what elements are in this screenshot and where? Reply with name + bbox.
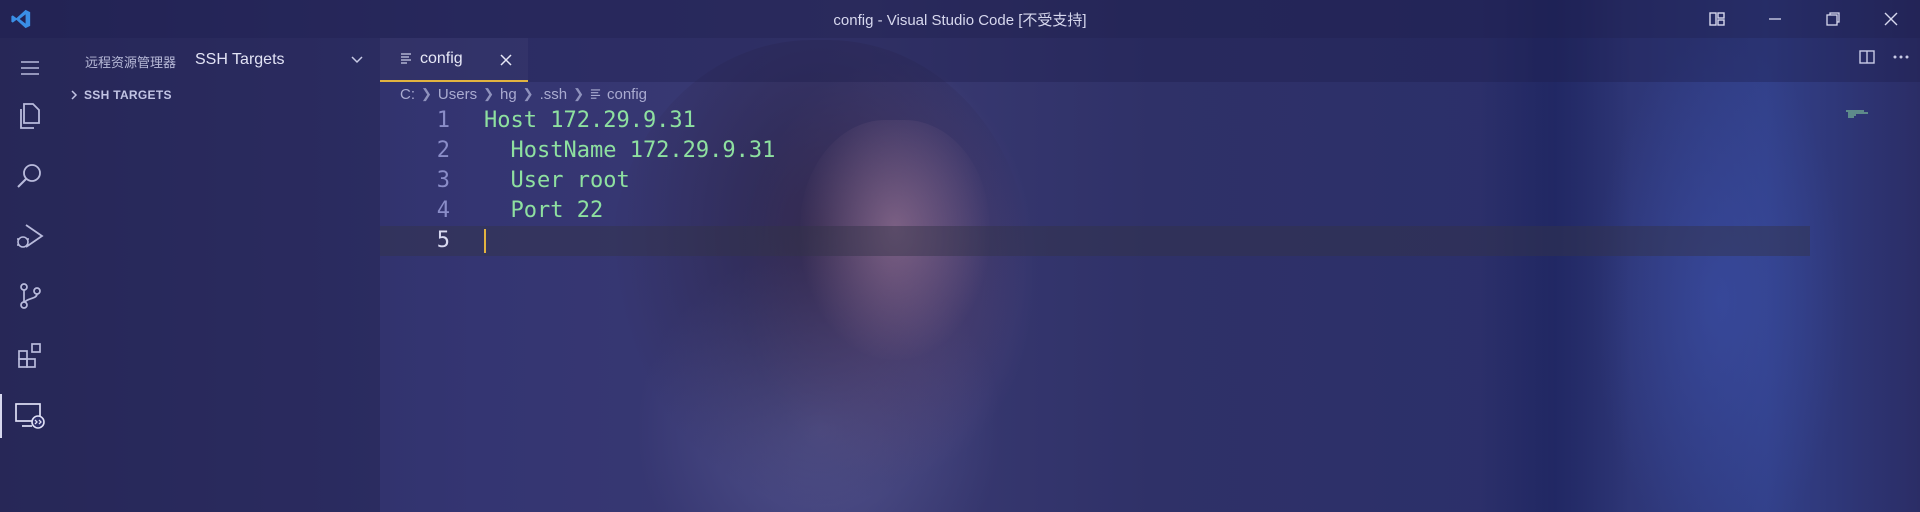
title-bar: config - Visual Studio Code [不受支持] (0, 0, 1920, 38)
breadcrumb-item[interactable]: hg (500, 86, 517, 103)
ssh-targets-section-label: SSH TARGETS (84, 88, 172, 102)
close-icon (500, 54, 512, 66)
minimap[interactable] (1840, 110, 1900, 118)
file-lines-icon (590, 88, 601, 99)
window-controls (1688, 0, 1920, 38)
breadcrumb-item[interactable]: config (607, 86, 647, 103)
breadcrumb-item[interactable]: Users (438, 86, 477, 103)
search-icon (17, 164, 41, 188)
restore-button[interactable] (1804, 0, 1862, 38)
chevron-right-icon: ❯ (483, 86, 494, 101)
minimize-button[interactable] (1746, 0, 1804, 38)
remote-target-select[interactable]: SSH Targets (195, 46, 370, 74)
search-button[interactable] (0, 148, 60, 204)
line-number: 1 (436, 108, 450, 133)
close-icon (1884, 12, 1898, 26)
remote-explorer-icon (15, 403, 45, 429)
explorer-button[interactable] (0, 88, 60, 144)
code-line: 3 User root (380, 166, 1810, 196)
line-text: User root (484, 168, 630, 193)
tab-config[interactable]: config (380, 38, 528, 82)
remote-explorer-button[interactable] (0, 388, 60, 444)
code-editor[interactable]: 1 Host 172.29.9.31 2 HostName 172.29.9.3… (380, 106, 1920, 512)
chevron-right-icon: ❯ (522, 86, 534, 101)
layout-control-button[interactable] (1688, 0, 1746, 38)
source-control-icon (20, 283, 41, 309)
line-number: 4 (436, 198, 450, 223)
breadcrumb: C: ❯ Users ❯ hg ❯ .ssh ❯ config (380, 82, 1920, 106)
current-code-line: 5 (380, 226, 1810, 256)
code-line: 1 Host 172.29.9.31 (380, 106, 1810, 136)
more-actions-icon[interactable] (1892, 48, 1910, 66)
line-text: HostName 172.29.9.31 (484, 138, 776, 163)
remote-explorer-sidebar: 远程资源管理器 SSH Targets SSH TARGETS (60, 38, 380, 512)
chevron-down-icon (351, 56, 363, 64)
minimize-icon (1769, 18, 1781, 20)
ssh-targets-section-header[interactable]: SSH TARGETS (68, 84, 372, 106)
editor-tab-bar: config (380, 38, 1920, 82)
line-text: Port 22 (484, 198, 604, 223)
run-debug-icon (17, 224, 44, 248)
tab-close-button[interactable] (496, 50, 516, 70)
breadcrumb-item[interactable]: .ssh (540, 86, 568, 103)
run-debug-button[interactable] (0, 208, 60, 264)
line-text: Host 172.29.9.31 (484, 108, 696, 133)
sidebar-view-title: 远程资源管理器 (85, 55, 177, 70)
activity-bar (0, 38, 60, 512)
split-editor-icon[interactable] (1858, 48, 1876, 66)
close-window-button[interactable] (1862, 0, 1920, 38)
layout-icon (1709, 12, 1725, 26)
restore-icon (1826, 12, 1840, 26)
menu-icon (21, 61, 39, 75)
explorer-icon (20, 103, 40, 129)
chevron-right-icon: ❯ (573, 86, 584, 101)
sidebar-header: 远程资源管理器 SSH Targets (60, 38, 380, 82)
code-line: 2 HostName 172.29.9.31 (380, 136, 1810, 166)
breadcrumb-item[interactable]: C: (400, 86, 415, 103)
chevron-right-icon: ❯ (421, 86, 432, 101)
extensions-button[interactable] (0, 328, 60, 384)
chevron-right-icon (71, 90, 78, 100)
file-lines-icon (401, 53, 411, 64)
text-cursor (484, 229, 486, 253)
window-title: config - Visual Studio Code [不受支持] (833, 11, 1087, 29)
line-number: 2 (436, 138, 450, 163)
source-control-button[interactable] (0, 268, 60, 324)
remote-target-select-value: SSH Targets (195, 51, 285, 68)
extensions-icon (18, 343, 41, 368)
tab-label: config (420, 50, 463, 67)
line-number: 3 (436, 168, 450, 193)
line-number: 5 (436, 228, 450, 253)
code-line: 4 Port 22 (380, 196, 1810, 226)
vertical-scrollbar[interactable] (1906, 106, 1920, 512)
editor-actions (1858, 48, 1910, 66)
